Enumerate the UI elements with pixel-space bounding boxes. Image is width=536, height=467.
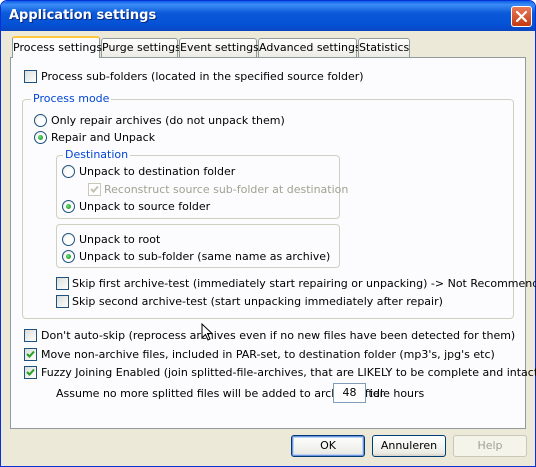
radio-dot <box>66 254 71 259</box>
fuzzy-joining-checkbox[interactable] <box>24 366 37 379</box>
move-nonarchive-label: Move non-archive files, included in PAR-… <box>41 348 495 361</box>
unpack-to-root-label: Unpack to root <box>79 233 161 246</box>
idle-hours-input[interactable]: 48 <box>333 383 366 403</box>
reconstruct-subfolder-checkbox[interactable] <box>88 183 101 196</box>
reconstruct-subfolder-label: Reconstruct source sub-folder at destina… <box>104 183 349 196</box>
skip-second-test-label: Skip second archive-test (start unpackin… <box>72 295 443 308</box>
unpack-to-subfolder-label: Unpack to sub-folder (same name as archi… <box>79 250 331 263</box>
only-repair-radio[interactable] <box>34 114 47 127</box>
checkmark-icon <box>26 368 35 376</box>
dont-autoskip-checkbox[interactable] <box>24 329 37 342</box>
process-subfolders-checkbox[interactable] <box>24 70 37 83</box>
cancel-button[interactable]: Annuleren <box>372 435 446 457</box>
help-button[interactable]: Help <box>453 435 527 457</box>
process-subfolders-label: Process sub-folders (located in the spec… <box>41 70 364 83</box>
unpack-to-destination-radio[interactable] <box>62 165 75 178</box>
mouse-pointer-icon <box>201 323 214 341</box>
ok-button[interactable]: OK <box>291 435 365 457</box>
process-mode-title: Process mode <box>31 92 112 105</box>
radio-dot <box>38 135 43 140</box>
checkmark-icon <box>90 185 99 193</box>
skip-first-test-label: Skip first archive-test (immediately sta… <box>72 277 536 290</box>
unpack-to-source-label: Unpack to source folder <box>79 200 211 213</box>
checkmark-icon <box>26 350 35 358</box>
repair-unpack-label: Repair and Unpack <box>51 131 156 144</box>
skip-first-test-checkbox[interactable] <box>56 277 69 290</box>
unpack-to-destination-label: Unpack to destination folder <box>79 165 236 178</box>
move-nonarchive-checkbox[interactable] <box>24 348 37 361</box>
radio-dot <box>66 204 71 209</box>
destination-title: Destination <box>63 148 131 161</box>
unpack-to-subfolder-radio[interactable] <box>62 250 75 263</box>
unpack-to-source-radio[interactable] <box>62 200 75 213</box>
repair-unpack-radio[interactable] <box>34 131 47 144</box>
skip-second-test-checkbox[interactable] <box>56 295 69 308</box>
only-repair-label: Only repair archives (do not unpack them… <box>51 114 285 127</box>
fuzzy-joining-label: Fuzzy Joining Enabled (join splitted-fil… <box>41 366 536 379</box>
dont-autoskip-label: Don't auto-skip (reprocess archives even… <box>41 329 516 342</box>
idle-suffix-label: idle hours <box>370 387 425 400</box>
unpack-to-root-radio[interactable] <box>62 233 75 246</box>
